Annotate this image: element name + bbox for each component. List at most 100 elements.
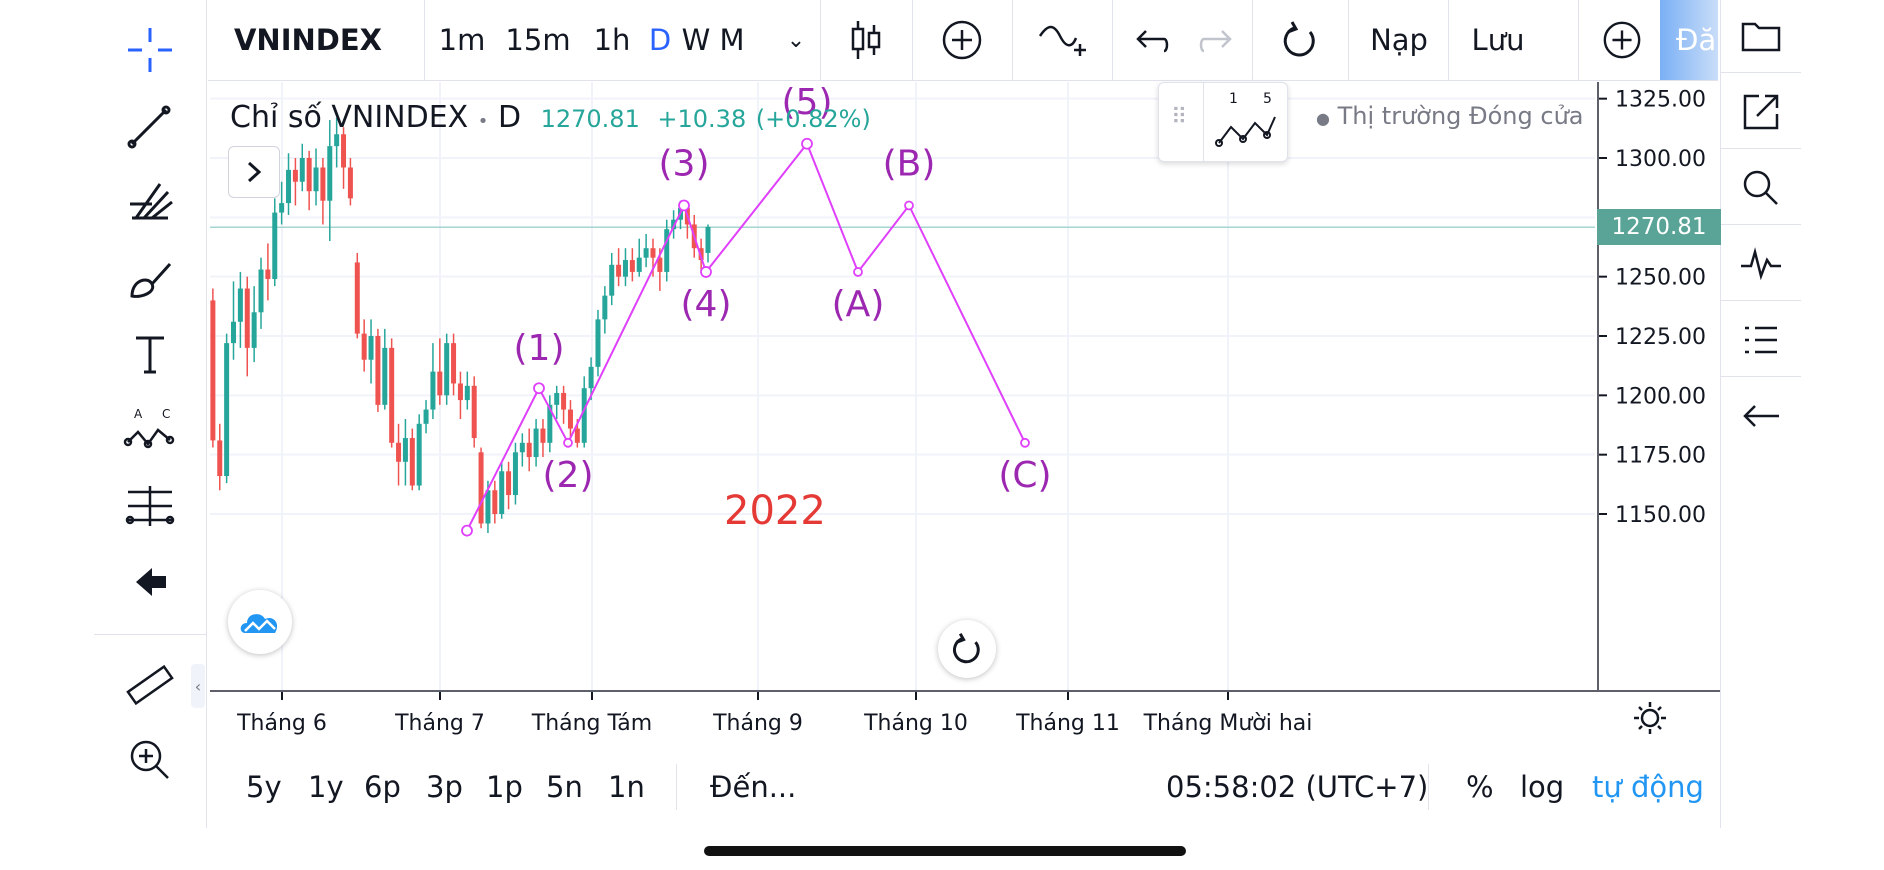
candle-body <box>251 312 257 348</box>
cloud-logo-button[interactable] <box>228 590 292 654</box>
candle-body <box>210 300 216 441</box>
indicators-add-icon[interactable] <box>920 0 1004 80</box>
chart-legend: Chỉ số VNINDEX • D 1270.81 +10.38 (+0.82… <box>230 100 871 135</box>
time-axis[interactable]: Tháng 6 Tháng 7 Tháng Tám Tháng 9 Tháng 10 Th… <box>210 690 1720 748</box>
goto-date-button[interactable]: Đến... <box>710 746 796 828</box>
brush-icon[interactable] <box>94 248 206 308</box>
interval-1m[interactable]: 1m <box>434 0 490 80</box>
log-toggle[interactable]: log <box>1520 746 1564 828</box>
symbol-search[interactable]: VNINDEX <box>228 0 388 80</box>
candle <box>471 376 477 448</box>
last-price-badge: 1270.81 <box>1597 209 1721 246</box>
candle-body <box>272 212 278 280</box>
list-icon[interactable] <box>1721 304 1801 377</box>
candle <box>437 338 443 405</box>
candle-body <box>279 203 285 213</box>
collapse-toolbar-handle[interactable]: ‹ <box>191 664 205 708</box>
wave-point[interactable] <box>801 137 813 150</box>
expand-legend-button[interactable] <box>228 146 280 198</box>
range-5y[interactable]: 5y <box>246 746 282 828</box>
pattern-tool-icon[interactable]: AC <box>94 400 206 460</box>
candle-body <box>519 442 525 453</box>
price-axis[interactable]: 1325.00 1300.00 1250.00 1225.00 1200.00 1175.… <box>1597 82 1721 690</box>
interval-d-active[interactable]: D <box>642 0 678 80</box>
folder-icon[interactable] <box>1721 0 1801 73</box>
undo-icon[interactable] <box>1120 0 1184 80</box>
crosshair-icon[interactable] <box>94 20 206 80</box>
reset-chart-icon[interactable] <box>1260 0 1340 80</box>
search-icon[interactable] <box>1721 152 1801 225</box>
candle-body <box>581 388 587 443</box>
candle-body <box>588 366 594 389</box>
candle-body <box>492 490 498 514</box>
interval-1h[interactable]: 1h <box>584 0 640 80</box>
price-tick-label: 1150.00 <box>1615 503 1706 528</box>
range-1y[interactable]: 1y <box>308 746 344 828</box>
ruler-icon[interactable] <box>94 656 206 716</box>
candle-body <box>320 167 326 201</box>
candle-body <box>292 169 298 182</box>
candle-body <box>650 248 656 258</box>
candle <box>636 238 642 277</box>
candle <box>444 333 450 405</box>
candle-body <box>451 343 457 384</box>
text-tool-icon[interactable] <box>94 324 206 384</box>
candle-body <box>354 262 360 334</box>
wave-point[interactable] <box>904 200 914 211</box>
redo-icon[interactable] <box>1184 0 1248 80</box>
time-tick-label: Tháng 6 <box>236 711 327 736</box>
external-link-icon[interactable] <box>1721 76 1801 149</box>
back-arrow-icon[interactable] <box>94 552 206 612</box>
range-1p[interactable]: 1p <box>486 746 523 828</box>
range-6p[interactable]: 6p <box>364 746 401 828</box>
interval-15m[interactable]: 15m <box>498 0 578 80</box>
candle-body <box>217 440 223 477</box>
candle <box>327 120 333 242</box>
candle-body <box>313 167 319 192</box>
trend-line-icon[interactable] <box>94 96 206 156</box>
price-tick-label: 1225.00 <box>1615 325 1706 350</box>
wave-point[interactable] <box>853 267 863 277</box>
wave-point[interactable] <box>700 266 712 278</box>
candle <box>423 400 429 434</box>
reset-view-button[interactable] <box>938 620 996 678</box>
save-layout-button[interactable]: Lưu <box>1458 0 1538 80</box>
candle <box>375 328 381 412</box>
zoom-in-icon[interactable] <box>94 730 206 790</box>
wave-point[interactable] <box>461 524 473 537</box>
prediction-tool-icon[interactable] <box>94 476 206 536</box>
auto-scale-toggle[interactable]: tự động <box>1592 746 1704 828</box>
percent-toggle[interactable]: % <box>1466 746 1494 828</box>
wave-point[interactable] <box>678 199 690 212</box>
chevron-down-icon[interactable]: ⌄ <box>778 0 814 80</box>
publish-button[interactable]: Đă <box>1660 0 1718 80</box>
add-icon[interactable] <box>1586 0 1658 80</box>
chart-pane[interactable]: (1) (2) (3) (4) (5) (A) (B) (C) Chỉ số VNINDEX … <box>203 82 1595 690</box>
wave-point[interactable] <box>533 382 545 395</box>
compare-icon[interactable] <box>1020 0 1104 80</box>
load-layout-button[interactable]: Nạp <box>1358 0 1440 80</box>
range-3p[interactable]: 3p <box>426 746 463 828</box>
candle-body <box>347 167 353 199</box>
candles-icon[interactable] <box>828 0 904 80</box>
interval-w[interactable]: W <box>678 0 714 80</box>
candle-body <box>382 347 388 405</box>
fib-tool-icon[interactable] <box>94 172 206 232</box>
timezone-clock[interactable]: 05:58:02 (UTC+7) <box>1166 746 1428 828</box>
range-1n[interactable]: 1n <box>608 746 645 828</box>
settings-gear-icon[interactable] <box>1630 698 1670 742</box>
interval-m[interactable]: M <box>714 0 750 80</box>
wave-point[interactable] <box>563 437 573 448</box>
wave-tool-widget[interactable]: ⠿ 1 5 <box>1158 82 1288 162</box>
pulse-icon[interactable] <box>1721 228 1801 301</box>
candle <box>286 153 292 215</box>
price-chart[interactable]: (1)(2)(3)(4)(5)(A)(B)(C) <box>203 82 1595 690</box>
drag-handle-icon[interactable]: ⠿ <box>1171 105 1187 130</box>
range-5n[interactable]: 5n <box>546 746 583 828</box>
arrow-left-icon[interactable] <box>1721 380 1801 452</box>
legend-change: +10.38 <box>657 105 747 133</box>
wave-point[interactable] <box>1020 437 1030 448</box>
candle-body <box>423 409 429 424</box>
candle-body <box>375 336 381 405</box>
candle <box>457 371 463 420</box>
